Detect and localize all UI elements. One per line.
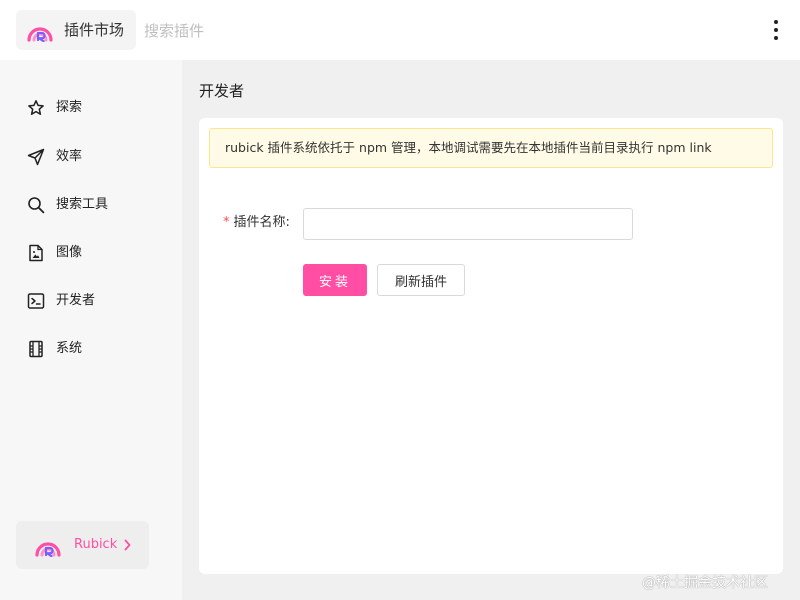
send-icon: [27, 148, 45, 166]
sidebar-item-label: 搜索工具: [56, 197, 109, 212]
rubick-brand-button[interactable]: Rubick: [16, 521, 149, 569]
plugin-name-input[interactable]: [303, 208, 633, 240]
more-vertical-icon: [774, 28, 778, 32]
rubick-logo-icon: [35, 542, 61, 557]
plugin-market-label: 插件市场: [64, 21, 125, 39]
sidebar-item-label: 开发者: [56, 293, 96, 308]
sidebar-item-label: 系统: [56, 341, 83, 356]
sidebar-item-label: 探索: [56, 100, 83, 115]
rubick-brand-label: Rubick: [74, 537, 118, 552]
film-icon: [29, 340, 43, 358]
search-input[interactable]: [144, 18, 704, 44]
more-menu-button[interactable]: [762, 14, 790, 46]
sidebar-item-label: 图像: [56, 245, 83, 260]
app-window: 插件市场 探索 效率 搜索工具: [0, 0, 800, 600]
page-title: 开发者: [199, 82, 245, 100]
star-icon: [28, 100, 44, 115]
chevron-right-icon: [124, 539, 131, 551]
plugin-name-label-text: 插件名称:: [233, 215, 290, 230]
sidebar-item-efficiency[interactable]: 效率: [0, 137, 182, 177]
plugin-name-label: * 插件名称:: [223, 215, 290, 231]
notice-banner: rubick 插件系统依托于 npm 管理，本地调试需要先在本地插件当前目录执行…: [209, 128, 773, 168]
sidebar-item-label: 效率: [56, 149, 83, 164]
refresh-plugins-button[interactable]: 刷新插件: [377, 264, 465, 296]
notice-text: rubick 插件系统依托于 npm 管理，本地调试需要先在本地插件当前目录执行…: [225, 140, 712, 155]
terminal-icon: [27, 293, 45, 309]
more-vertical-icon: [774, 20, 778, 24]
plugin-market-tag[interactable]: 插件市场: [16, 10, 136, 50]
sidebar-item-developer[interactable]: 开发者: [0, 281, 182, 321]
developer-card: rubick 插件系统依托于 npm 管理，本地调试需要先在本地插件当前目录执行…: [199, 118, 783, 574]
sidebar: 探索 效率 搜索工具 图像 开发者 系统 Rubick: [0, 60, 182, 600]
install-button[interactable]: 安装: [303, 264, 367, 296]
image-file-icon: [29, 244, 43, 262]
more-vertical-icon: [774, 36, 778, 40]
sidebar-item-system[interactable]: 系统: [0, 329, 182, 369]
search-icon: [28, 197, 45, 214]
watermark: @稀土掘金技术社区: [642, 575, 768, 591]
header: 插件市场: [0, 0, 800, 60]
sidebar-item-image[interactable]: 图像: [0, 233, 182, 273]
rubick-logo-icon: [27, 27, 53, 42]
sidebar-item-search-tools[interactable]: 搜索工具: [0, 185, 182, 225]
main-content: 开发者 rubick 插件系统依托于 npm 管理，本地调试需要先在本地插件当前…: [182, 60, 800, 600]
required-mark: *: [223, 215, 230, 230]
sidebar-item-explore[interactable]: 探索: [0, 88, 182, 128]
